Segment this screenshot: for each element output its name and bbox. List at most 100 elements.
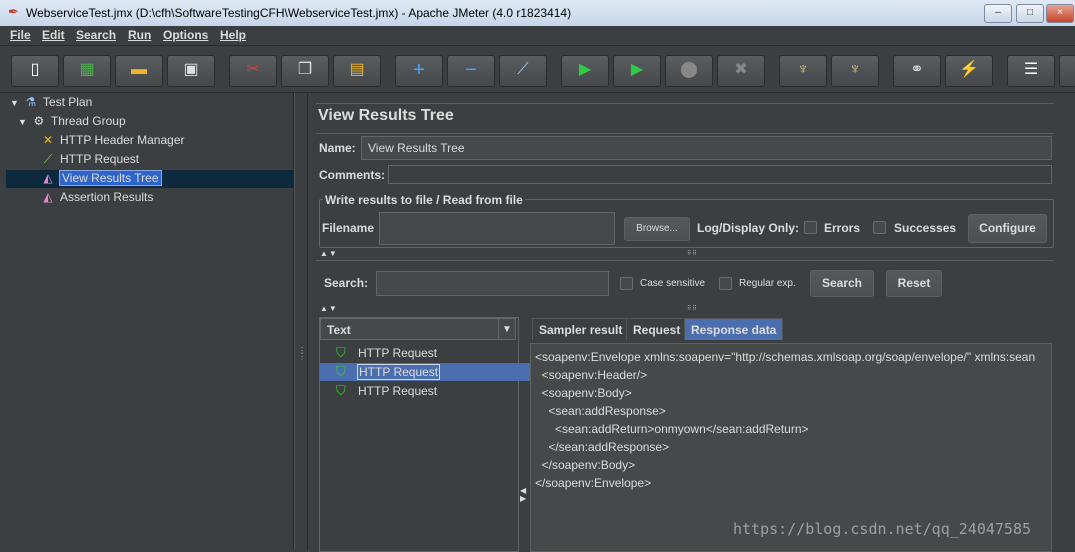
close-button[interactable]: × bbox=[1046, 4, 1074, 23]
folder-icon: ▬ bbox=[131, 61, 147, 78]
collapse-arrows-icon[interactable]: ▲▼ bbox=[320, 304, 338, 313]
clear-button[interactable]: ♆ bbox=[779, 55, 827, 87]
errors-label: Errors bbox=[824, 221, 861, 235]
case-sensitive-label: Case sensitive bbox=[640, 278, 706, 289]
shutdown-button[interactable]: ✖ bbox=[717, 55, 765, 87]
start-button[interactable]: ▶ bbox=[561, 55, 609, 87]
result-item[interactable]: ⛉ HTTP Request bbox=[336, 382, 516, 400]
menu-bar: File Edit Search Run Options Help bbox=[0, 26, 1075, 46]
successes-checkbox[interactable] bbox=[873, 221, 886, 234]
cut-button[interactable]: ✂ bbox=[229, 55, 277, 87]
broom-icon: ⚡ bbox=[959, 61, 979, 78]
filename-input[interactable] bbox=[379, 212, 615, 245]
shutdown-icon: ✖ bbox=[734, 61, 748, 78]
regular-exp-checkbox[interactable] bbox=[719, 277, 732, 290]
results-splitter[interactable]: ◀ ▶ bbox=[519, 317, 527, 550]
open-button[interactable]: ▬ bbox=[115, 55, 163, 87]
broom-clear-all-icon: ♆ bbox=[849, 61, 861, 78]
pipette-icon: ⟋ bbox=[43, 152, 53, 166]
successes-label: Successes bbox=[894, 221, 957, 235]
response-line: <sean:addReturn>onmyown</sean:addReturn> bbox=[535, 422, 809, 436]
regular-exp-label: Regular exp. bbox=[739, 278, 796, 289]
shield-check-icon: ⛉ bbox=[336, 383, 346, 398]
pane-splitter[interactable]: ⋮ ⋮ bbox=[294, 93, 308, 550]
response-data-content: <soapenv:Envelope xmlns:soapenv="http://… bbox=[531, 344, 1051, 496]
response-tabs: Sampler result Request Response data bbox=[532, 318, 1052, 343]
tree-item-view-results-tree[interactable]: ◭ View Results Tree bbox=[40, 169, 162, 187]
stop-icon: ⬤ bbox=[680, 61, 698, 78]
tab-response-data[interactable]: Response data bbox=[684, 318, 784, 340]
watermark: https://blog.csdn.net/qq_24047585 bbox=[733, 520, 1032, 538]
play-no-pause-icon: ▶ bbox=[630, 61, 644, 78]
menu-file[interactable]: File bbox=[10, 28, 31, 42]
tree-item-http-request[interactable]: ⟋ HTTP Request bbox=[40, 150, 139, 168]
maximize-button[interactable]: □ bbox=[1016, 4, 1044, 23]
jmeter-feather-icon: ✒ bbox=[8, 4, 19, 19]
result-item[interactable]: ⛉ HTTP Request bbox=[336, 344, 516, 362]
chart-icon: ◭ bbox=[43, 190, 53, 204]
configure-button[interactable]: Configure bbox=[968, 214, 1047, 243]
reset-button[interactable]: Reset bbox=[886, 270, 942, 297]
chart-icon: ◭ bbox=[43, 171, 53, 185]
tree-item-thread-group[interactable]: ▼ ⚙ Thread Group bbox=[18, 112, 126, 130]
menu-options[interactable]: Options bbox=[163, 28, 208, 42]
expand-button[interactable]: + bbox=[395, 55, 443, 87]
response-line: </sean:addResponse> bbox=[535, 440, 670, 454]
chevron-down-icon: ▼ bbox=[10, 98, 19, 108]
flask-icon: ⚗ bbox=[25, 95, 37, 109]
search-button-toolbar[interactable]: ⚭ bbox=[893, 55, 941, 87]
shield-check-icon: ⛉ bbox=[336, 364, 346, 379]
toolbar: ▯ ▦ ▬ ▣ ✂ ❐ ▤ + − ⟋ ▶ ▶ ⬤ ✖ ♆ ♆ ⚭ ⚡ ☰ bbox=[0, 47, 1075, 93]
wand-icon: ⟋ bbox=[517, 61, 529, 78]
response-line: </soapenv:Body> bbox=[535, 458, 636, 472]
menu-run[interactable]: Run bbox=[128, 28, 151, 42]
name-field[interactable]: View Results Tree bbox=[361, 136, 1052, 160]
comments-field[interactable] bbox=[388, 165, 1052, 184]
copy-button[interactable]: ❐ bbox=[281, 55, 329, 87]
minimize-button[interactable]: – bbox=[984, 4, 1012, 23]
search-input[interactable] bbox=[376, 271, 609, 296]
stop-button[interactable]: ⬤ bbox=[665, 55, 713, 87]
renderer-value: Text bbox=[327, 323, 351, 337]
result-item-selected[interactable]: ⛉ HTTP Request bbox=[320, 363, 532, 381]
paste-button[interactable]: ▤ bbox=[333, 55, 381, 87]
templates-button[interactable]: ▦ bbox=[63, 55, 111, 87]
collapse-arrows-icon[interactable]: ▲▼ bbox=[320, 249, 338, 258]
collapse-button[interactable]: − bbox=[447, 55, 495, 87]
response-line: </soapenv:Envelope> bbox=[535, 476, 652, 490]
tree-item-http-header-manager[interactable]: ✕ HTTP Header Manager bbox=[40, 131, 185, 149]
save-button[interactable]: ▣ bbox=[167, 55, 215, 87]
new-button[interactable]: ▯ bbox=[11, 55, 59, 87]
chevron-down-icon: ▼ bbox=[18, 117, 27, 127]
drag-handle-icon[interactable]: ⠿⠿ bbox=[687, 250, 698, 257]
case-sensitive-checkbox[interactable] bbox=[620, 277, 633, 290]
file-section-title: Write results to file / Read from file bbox=[323, 193, 525, 207]
tab-request[interactable]: Request bbox=[626, 318, 688, 340]
search-button[interactable]: Search bbox=[810, 270, 874, 297]
renderer-select[interactable]: Text ▼ bbox=[320, 318, 516, 340]
paste-icon: ▤ bbox=[349, 61, 365, 78]
tab-sampler-result[interactable]: Sampler result bbox=[532, 318, 630, 340]
tree-item-test-plan[interactable]: ▼ ⚗ Test Plan bbox=[10, 93, 92, 111]
search-label: Search: bbox=[324, 276, 369, 290]
function-helper-button[interactable]: ☰ bbox=[1007, 55, 1055, 87]
test-plan-tree: ▼ ⚗ Test Plan ▼ ⚙ Thread Group ✕ HTTP Header … bbox=[0, 93, 294, 550]
binoculars-icon: ⚭ bbox=[910, 61, 924, 78]
toggle-button[interactable]: ⟋ bbox=[499, 55, 547, 87]
clear-all-button[interactable]: ♆ bbox=[831, 55, 879, 87]
browse-button[interactable]: Browse... bbox=[624, 217, 690, 241]
gear-icon: ⚙ bbox=[33, 114, 45, 128]
chevron-down-icon[interactable]: ▼ bbox=[498, 319, 515, 339]
split-arrows-icon: ◀ ▶ bbox=[520, 486, 527, 503]
log-display-label: Log/Display Only: bbox=[697, 221, 800, 235]
menu-search[interactable]: Search bbox=[76, 28, 116, 42]
menu-edit[interactable]: Edit bbox=[42, 28, 65, 42]
page-title: View Results Tree bbox=[318, 107, 454, 124]
tree-item-assertion-results[interactable]: ◭ Assertion Results bbox=[40, 188, 153, 206]
drag-handle-icon[interactable]: ⠿⠿ bbox=[687, 305, 698, 312]
errors-checkbox[interactable] bbox=[804, 221, 817, 234]
reset-search-button[interactable]: ⚡ bbox=[945, 55, 993, 87]
start-no-timers-button[interactable]: ▶ bbox=[613, 55, 661, 87]
menu-help[interactable]: Help bbox=[220, 28, 246, 42]
help-button[interactable] bbox=[1059, 55, 1075, 87]
